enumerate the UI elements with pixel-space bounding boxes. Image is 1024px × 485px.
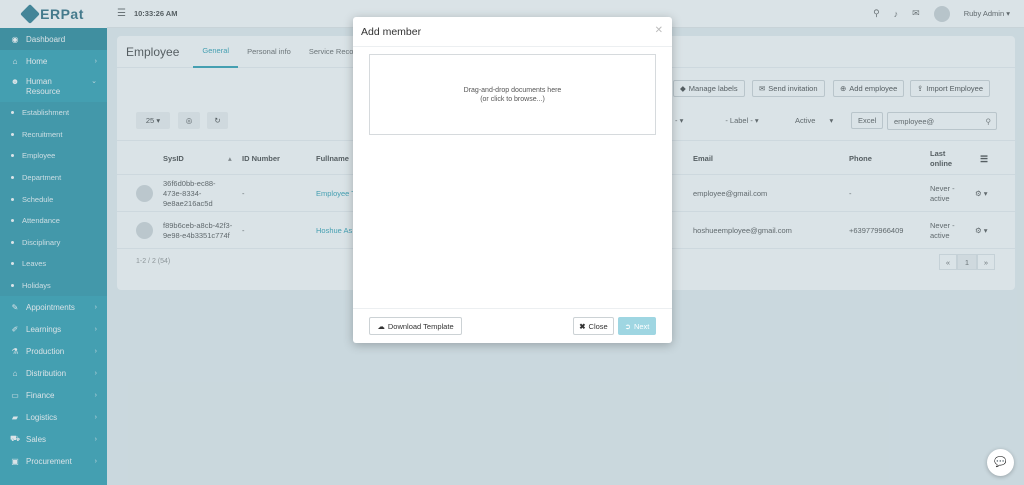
dropzone-text: Drag-and-drop documents here	[463, 86, 562, 94]
times-icon: ✖	[579, 321, 586, 331]
cloud-download-icon: ☁	[377, 321, 385, 331]
button-label: Next	[633, 321, 650, 331]
next-button[interactable]: ➲ Next	[618, 317, 656, 335]
add-member-modal: Add member ✕ Drag-and-drop documents her…	[353, 17, 672, 343]
arrow-circle-right-icon: ➲	[624, 321, 631, 331]
button-label: Close	[588, 321, 608, 331]
file-dropzone[interactable]: Drag-and-drop documents here (or click t…	[369, 54, 656, 135]
modal-title: Add member	[361, 25, 422, 38]
button-label: Download Template	[387, 321, 454, 331]
chat-bubble-icon[interactable]: 💬	[987, 449, 1014, 476]
modal-footer: ☁ Download Template ✖ Close ➲ Next	[353, 308, 672, 343]
modal-header: Add member	[353, 17, 672, 47]
close-button[interactable]: ✖ Close	[573, 317, 614, 335]
dropzone-hint: (or click to browse...)	[480, 95, 545, 103]
close-icon[interactable]: ✕	[655, 25, 663, 36]
download-template-button[interactable]: ☁ Download Template	[369, 317, 462, 335]
